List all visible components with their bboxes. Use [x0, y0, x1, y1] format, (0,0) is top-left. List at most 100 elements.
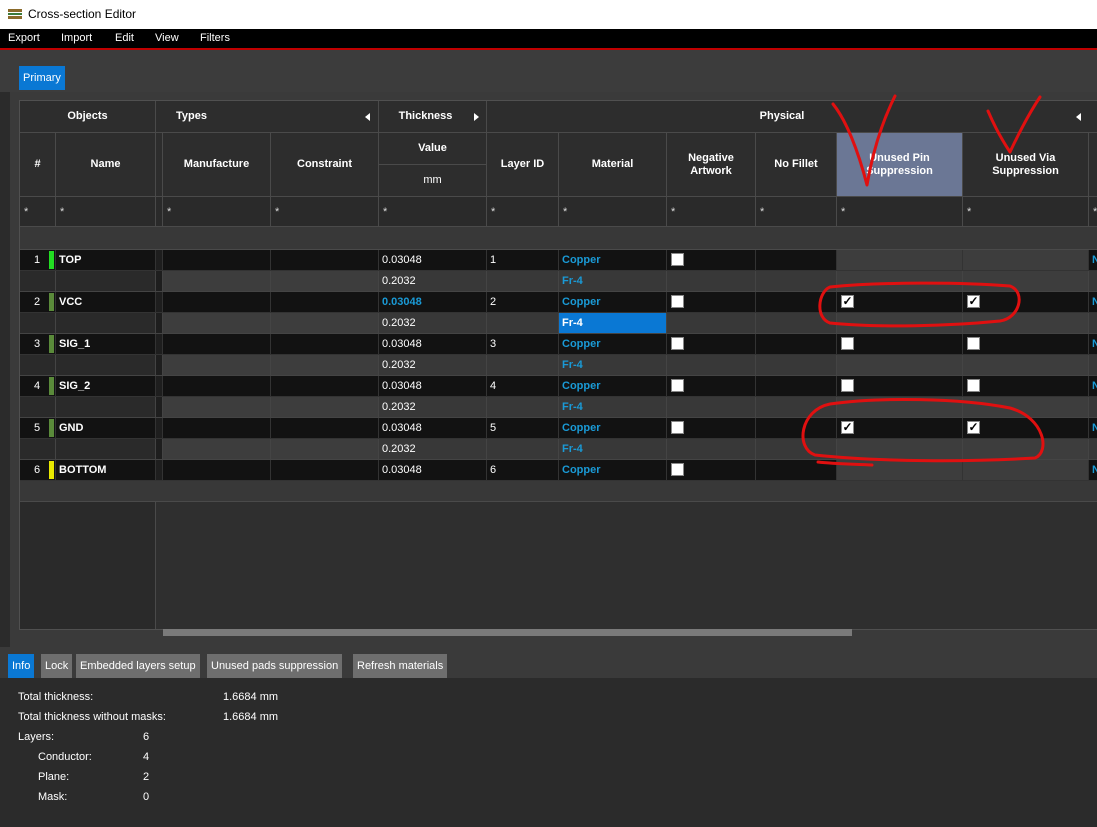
- filter-negative-artwork[interactable]: *: [667, 197, 756, 227]
- grid-cell[interactable]: [163, 250, 271, 271]
- filter-unused-pin[interactable]: *: [837, 197, 963, 227]
- material-cell[interactable]: Fr-4: [559, 355, 667, 376]
- header-value[interactable]: Value: [379, 133, 487, 165]
- material-cell[interactable]: Copper: [559, 376, 667, 397]
- header-manufacture[interactable]: Manufacture: [163, 133, 271, 197]
- negative-artwork-checkbox[interactable]: [671, 253, 684, 266]
- material-cell[interactable]: Copper: [559, 460, 667, 481]
- grid-cell[interactable]: [56, 439, 156, 460]
- grid-cell[interactable]: [963, 271, 1089, 292]
- menu-import[interactable]: Import: [61, 32, 92, 44]
- thickness-value[interactable]: 0.03048: [379, 250, 487, 271]
- unused-pin-cell[interactable]: [837, 334, 963, 355]
- header-num[interactable]: #: [20, 133, 56, 197]
- tab-unused-pads-suppression[interactable]: Unused pads suppression: [207, 654, 343, 678]
- horizontal-scrollbar[interactable]: [163, 629, 852, 636]
- grid-cell[interactable]: [1089, 355, 1097, 376]
- unused-via-cell[interactable]: ✓: [963, 418, 1089, 439]
- layer-number[interactable]: 5: [20, 418, 56, 439]
- header-objects[interactable]: Objects: [20, 101, 156, 133]
- grid-cell[interactable]: [837, 460, 963, 481]
- unused-pin-checkbox[interactable]: [841, 337, 854, 350]
- grid-cell[interactable]: [667, 439, 756, 460]
- filter-num[interactable]: *: [20, 197, 56, 227]
- material-cell[interactable]: Copper: [559, 292, 667, 313]
- header-negative-artwork[interactable]: Negative Artwork: [667, 133, 756, 197]
- grid-cell[interactable]: [1089, 313, 1097, 334]
- unused-pin-cell[interactable]: [837, 376, 963, 397]
- grid-cell[interactable]: [1089, 439, 1097, 460]
- grid-cell[interactable]: [756, 271, 837, 292]
- grid-cell[interactable]: [487, 271, 559, 292]
- grid-cell[interactable]: [271, 250, 379, 271]
- material-cell[interactable]: Copper: [559, 250, 667, 271]
- unused-via-checkbox[interactable]: [967, 379, 980, 392]
- grid-cell[interactable]: [667, 271, 756, 292]
- material-cell[interactable]: Copper: [559, 418, 667, 439]
- header-unused-via-suppression[interactable]: Unused Via Suppression: [963, 133, 1089, 197]
- grid-cell[interactable]: [963, 460, 1089, 481]
- filter-constraint[interactable]: *: [271, 197, 379, 227]
- grid-cell[interactable]: [271, 397, 379, 418]
- grid-cell[interactable]: [667, 355, 756, 376]
- trailing-cell[interactable]: N: [1089, 460, 1097, 481]
- collapse-left-icon[interactable]: [1076, 113, 1081, 121]
- grid-cell[interactable]: [756, 250, 837, 271]
- negative-artwork-cell[interactable]: [667, 418, 756, 439]
- header-layer-id[interactable]: Layer ID: [487, 133, 559, 197]
- material-cell[interactable]: Copper: [559, 334, 667, 355]
- header-name[interactable]: Name: [56, 133, 156, 197]
- thickness-value[interactable]: 0.03048: [379, 334, 487, 355]
- layer-id[interactable]: 2: [487, 292, 559, 313]
- grid-cell[interactable]: [20, 439, 56, 460]
- unused-pin-cell[interactable]: ✓: [837, 418, 963, 439]
- negative-artwork-checkbox[interactable]: [671, 337, 684, 350]
- grid-cell[interactable]: [163, 397, 271, 418]
- material-cell[interactable]: Fr-4: [559, 397, 667, 418]
- layer-id[interactable]: 3: [487, 334, 559, 355]
- filter-unused-via[interactable]: *: [963, 197, 1089, 227]
- layer-number[interactable]: 1: [20, 250, 56, 271]
- unused-via-cell[interactable]: [963, 376, 1089, 397]
- grid-cell[interactable]: [487, 355, 559, 376]
- grid-cell[interactable]: [963, 439, 1089, 460]
- filter-layer-id[interactable]: *: [487, 197, 559, 227]
- grid-cell[interactable]: [56, 397, 156, 418]
- unused-via-checkbox[interactable]: [967, 337, 980, 350]
- grid-cell[interactable]: [1089, 271, 1097, 292]
- filter-material[interactable]: *: [559, 197, 667, 227]
- grid-cell[interactable]: [271, 271, 379, 292]
- negative-artwork-cell[interactable]: [667, 460, 756, 481]
- grid-cell[interactable]: [163, 439, 271, 460]
- grid-cell[interactable]: [271, 313, 379, 334]
- material-cell[interactable]: Fr-4: [559, 271, 667, 292]
- header-types[interactable]: Types: [156, 101, 379, 133]
- grid-cell[interactable]: [163, 313, 271, 334]
- grid-cell[interactable]: [837, 397, 963, 418]
- unused-via-checkbox[interactable]: ✓: [967, 421, 980, 434]
- layer-id[interactable]: 1: [487, 250, 559, 271]
- thickness-value[interactable]: 0.2032: [379, 397, 487, 418]
- grid-cell[interactable]: [163, 334, 271, 355]
- header-no-fillet[interactable]: No Fillet: [756, 133, 837, 197]
- layer-name[interactable]: SIG_2: [56, 376, 156, 397]
- thickness-value[interactable]: 0.2032: [379, 271, 487, 292]
- grid-cell[interactable]: [756, 292, 837, 313]
- layer-number[interactable]: 2: [20, 292, 56, 313]
- grid-cell[interactable]: [837, 439, 963, 460]
- layer-name[interactable]: GND: [56, 418, 156, 439]
- grid-cell[interactable]: [963, 355, 1089, 376]
- grid-cell[interactable]: [56, 271, 156, 292]
- material-cell[interactable]: Fr-4: [559, 439, 667, 460]
- grid-cell[interactable]: [271, 376, 379, 397]
- menu-export[interactable]: Export: [8, 32, 40, 44]
- grid-cell[interactable]: [756, 418, 837, 439]
- grid-cell[interactable]: [163, 418, 271, 439]
- grid-cell[interactable]: [163, 376, 271, 397]
- negative-artwork-checkbox[interactable]: [671, 379, 684, 392]
- filter-name[interactable]: *: [56, 197, 156, 227]
- negative-artwork-cell[interactable]: [667, 334, 756, 355]
- grid-cell[interactable]: [756, 334, 837, 355]
- header-material[interactable]: Material: [559, 133, 667, 197]
- layer-name[interactable]: TOP: [56, 250, 156, 271]
